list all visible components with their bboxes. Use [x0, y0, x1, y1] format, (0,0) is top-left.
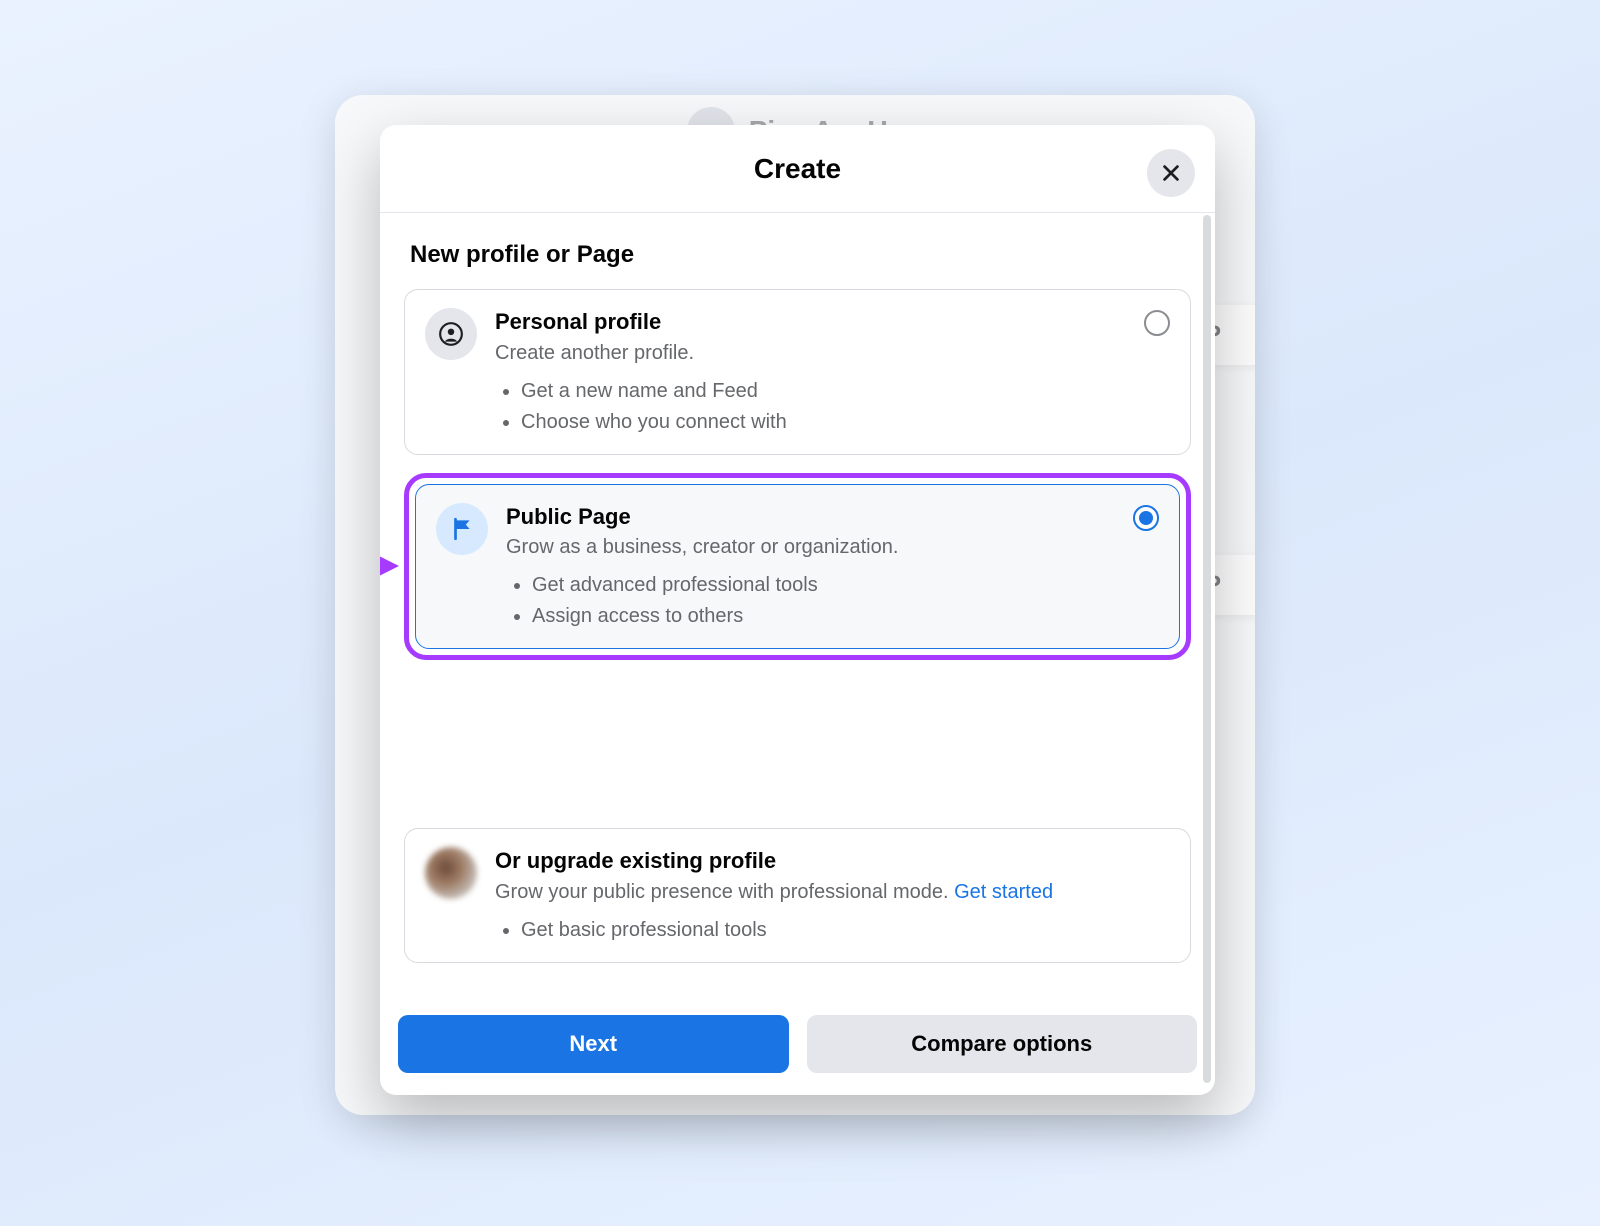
section-title: New profile or Page [410, 241, 1191, 269]
bullet-item: Choose who you connect with [521, 407, 1130, 438]
option-subtitle: Grow as a business, creator or organizat… [506, 534, 1119, 560]
create-modal: Create New profile or Page Personal prof… [380, 125, 1215, 1095]
modal-footer: Next Compare options [380, 1001, 1215, 1095]
get-started-link[interactable]: Get started [954, 881, 1053, 903]
bullet-item: Get a new name and Feed [521, 376, 1130, 407]
bullet-item: Assign access to others [532, 601, 1119, 632]
option-bullets: Get a new name and Feed Choose who you c… [495, 376, 1130, 438]
upgrade-title: Or upgrade existing profile [495, 847, 1130, 875]
flag-icon [436, 503, 488, 555]
person-circle-icon [425, 308, 477, 360]
option-text-block: Public Page Grow as a business, creator … [506, 503, 1159, 633]
upgrade-subtitle: Grow your public presence with professio… [495, 879, 1130, 905]
option-personal-profile[interactable]: Personal profile Create another profile.… [404, 289, 1191, 455]
upgrade-bullets: Get basic professional tools [495, 915, 1130, 946]
bullet-item: Get advanced professional tools [532, 570, 1119, 601]
close-icon [1160, 162, 1182, 184]
next-button[interactable]: Next [398, 1015, 789, 1073]
option-bullets: Get advanced professional tools Assign a… [506, 570, 1119, 632]
option-title: Public Page [506, 503, 1119, 531]
bullet-item: Get basic professional tools [521, 915, 1130, 946]
radio-selected[interactable] [1133, 505, 1159, 531]
modal-header: Create [380, 125, 1215, 213]
upgrade-text-block: Or upgrade existing profile Grow your pu… [495, 847, 1170, 946]
modal-title: Create [754, 153, 841, 185]
compare-options-button[interactable]: Compare options [807, 1015, 1198, 1073]
close-button[interactable] [1147, 149, 1195, 197]
annotation-highlight: Public Page Grow as a business, creator … [404, 473, 1191, 661]
spacer [404, 678, 1191, 828]
scrollbar[interactable] [1203, 215, 1211, 1083]
annotation-arrow-icon [380, 551, 399, 581]
option-subtitle: Create another profile. [495, 340, 1130, 366]
upgrade-subtitle-text: Grow your public presence with professio… [495, 881, 954, 903]
modal-body: New profile or Page Personal profile Cre… [380, 213, 1215, 1001]
upgrade-existing-card: Or upgrade existing profile Grow your pu… [404, 828, 1191, 963]
option-text-block: Personal profile Create another profile.… [495, 308, 1170, 438]
option-title: Personal profile [495, 308, 1130, 336]
radio-unselected[interactable] [1144, 310, 1170, 336]
avatar [425, 847, 477, 899]
option-public-page[interactable]: Public Page Grow as a business, creator … [415, 484, 1180, 650]
